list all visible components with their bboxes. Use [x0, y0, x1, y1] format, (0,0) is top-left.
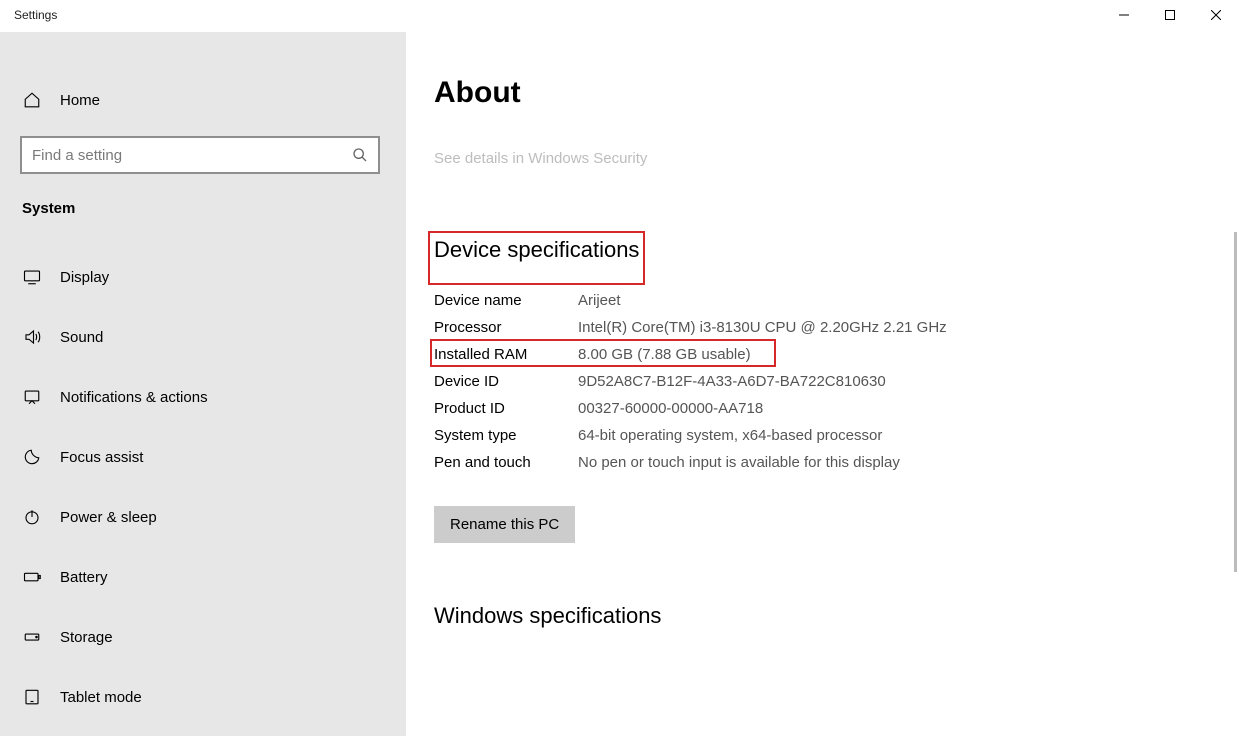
sidebar-item-battery[interactable]: Battery	[0, 547, 406, 607]
spec-table: Device name Arijeet Processor Intel(R) C…	[434, 287, 1239, 476]
window-title: Settings	[0, 0, 57, 22]
spec-row-pen-touch: Pen and touch No pen or touch input is a…	[434, 449, 1239, 476]
battery-icon	[22, 567, 42, 587]
scrollbar[interactable]	[1234, 232, 1237, 572]
sidebar-item-focus-assist[interactable]: Focus assist	[0, 427, 406, 487]
spec-row-system-type: System type 64-bit operating system, x64…	[434, 422, 1239, 449]
spec-row-device-id: Device ID 9D52A8C7-B12F-4A33-A6D7-BA722C…	[434, 368, 1239, 395]
search-icon	[352, 147, 368, 163]
home-icon	[22, 90, 42, 110]
sidebar-item-notifications[interactable]: Notifications & actions	[0, 367, 406, 427]
content: About See details in Windows Security De…	[406, 32, 1239, 736]
sidebar-item-label: Battery	[60, 569, 108, 586]
sidebar-item-label: Notifications & actions	[60, 389, 208, 406]
sidebar-item-power-sleep[interactable]: Power & sleep	[0, 487, 406, 547]
page-title: About	[434, 76, 1239, 110]
sidebar-item-display[interactable]: Display	[0, 247, 406, 307]
storage-icon	[22, 627, 42, 647]
spec-label: Device name	[434, 292, 578, 309]
spec-row-product-id: Product ID 00327-60000-00000-AA718	[434, 395, 1239, 422]
spec-label: Device ID	[434, 373, 578, 390]
spec-label: Installed RAM	[434, 346, 578, 363]
spec-value: 8.00 GB (7.88 GB usable)	[578, 346, 751, 363]
sidebar: Home System Display Sound	[0, 32, 406, 736]
spec-label: Pen and touch	[434, 454, 578, 471]
section-label: System	[0, 174, 406, 229]
window-controls	[1101, 0, 1239, 30]
sidebar-item-label: Display	[60, 269, 109, 286]
spec-value: Arijeet	[578, 292, 621, 309]
tablet-icon	[22, 687, 42, 707]
sidebar-item-label: Storage	[60, 629, 113, 646]
sound-icon	[22, 327, 42, 347]
windows-spec-heading: Windows specifications	[434, 603, 1239, 629]
home-label: Home	[60, 92, 100, 109]
spec-value: 00327-60000-00000-AA718	[578, 400, 763, 417]
focus-assist-icon	[22, 447, 42, 467]
sidebar-item-label: Tablet mode	[60, 689, 142, 706]
spec-label: Product ID	[434, 400, 578, 417]
display-icon	[22, 267, 42, 287]
sidebar-item-storage[interactable]: Storage	[0, 607, 406, 667]
spec-value: 64-bit operating system, x64-based proce…	[578, 427, 882, 444]
maximize-button[interactable]	[1147, 0, 1193, 30]
spec-value: Intel(R) Core(TM) i3-8130U CPU @ 2.20GHz…	[578, 319, 947, 336]
minimize-button[interactable]	[1101, 0, 1147, 30]
notifications-icon	[22, 387, 42, 407]
spec-row-installed-ram: Installed RAM 8.00 GB (7.88 GB usable)	[434, 341, 1239, 368]
sidebar-item-tablet-mode[interactable]: Tablet mode	[0, 667, 406, 727]
nav-list: Display Sound Notifications & actions Fo…	[0, 229, 406, 727]
spec-value: 9D52A8C7-B12F-4A33-A6D7-BA722C810630	[578, 373, 886, 390]
device-spec-heading: Device specifications	[434, 237, 639, 263]
rename-pc-button[interactable]: Rename this PC	[434, 506, 575, 543]
titlebar: Settings	[0, 0, 1239, 32]
sidebar-item-label: Power & sleep	[60, 509, 157, 526]
spec-value: No pen or touch input is available for t…	[578, 454, 900, 471]
close-button[interactable]	[1193, 0, 1239, 30]
power-icon	[22, 507, 42, 527]
spec-row-device-name: Device name Arijeet	[434, 287, 1239, 314]
sidebar-item-label: Focus assist	[60, 449, 143, 466]
search-box[interactable]	[20, 136, 380, 174]
spec-label: System type	[434, 427, 578, 444]
sidebar-item-sound[interactable]: Sound	[0, 307, 406, 367]
search-input[interactable]	[32, 147, 352, 164]
spec-label: Processor	[434, 319, 578, 336]
home-nav[interactable]: Home	[0, 76, 406, 124]
spec-row-processor: Processor Intel(R) Core(TM) i3-8130U CPU…	[434, 314, 1239, 341]
sidebar-item-label: Sound	[60, 329, 103, 346]
security-link[interactable]: See details in Windows Security	[434, 150, 1239, 167]
